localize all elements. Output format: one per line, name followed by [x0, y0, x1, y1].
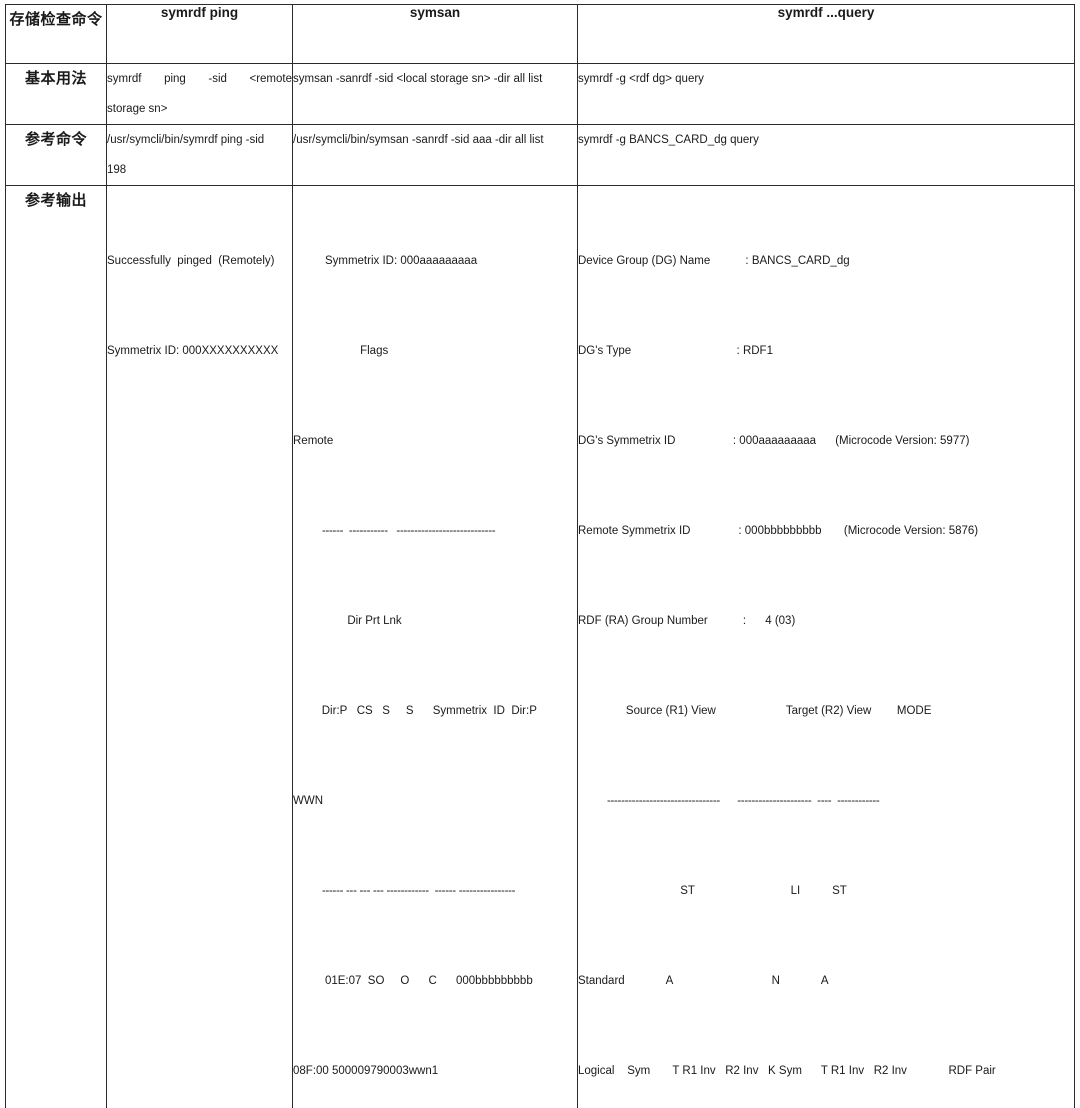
cell-line: 198: [107, 155, 292, 185]
cell-reference-command-symrdf-ping: /usr/symcli/bin/symrdf ping -sid 198: [107, 125, 293, 186]
cell-line: symrdf ping -sid <remote: [107, 64, 292, 94]
cell-basic-usage-symsan: symsan -sanrdf -sid <local storage sn> -…: [293, 64, 578, 125]
cell-reference-command-symrdf-query: symrdf -g BANCS_CARD_dg query: [578, 125, 1075, 186]
column-header-label: symrdf ping: [161, 5, 238, 20]
table-row: 参考输出 Successfully pinged (Remotely) Symm…: [6, 186, 1075, 1108]
storage-check-command-table: 存储检查命令 symrdf ping symsan symrdf ...quer…: [5, 4, 1075, 1108]
cell-line: symsan -sanrdf -sid <local storage sn> -…: [293, 64, 577, 94]
cell-line: symrdf -g BANCS_CARD_dg query: [578, 125, 1074, 155]
header-label-text: 存储检查命令: [9, 11, 102, 28]
cell-reference-output-symsan: Symmetrix ID: 000aaaaaaaaa Flags Remote …: [293, 186, 578, 1108]
column-header-symrdf-query: symrdf ...query: [578, 5, 1075, 64]
row-label-basic-usage: 基本用法: [6, 64, 107, 125]
cell-reference-command-symsan: /usr/symcli/bin/symsan -sanrdf -sid aaa …: [293, 125, 578, 186]
output-line: Logical Sym T R1 Inv R2 Inv K Sym T R1 I…: [578, 1056, 1074, 1086]
cell-line: symrdf -g <rdf dg> query: [578, 64, 1074, 94]
table-row: 参考命令 /usr/symcli/bin/symrdf ping -sid 19…: [6, 125, 1075, 186]
output-separator-line: ------ ----------- ---------------------…: [293, 516, 577, 546]
table-header-row: 存储检查命令 symrdf ping symsan symrdf ...quer…: [6, 5, 1075, 64]
row-label-text: 参考输出: [25, 192, 87, 209]
output-line: Remote Symmetrix ID : 000bbbbbbbbb (Micr…: [578, 516, 1074, 546]
cell-line: /usr/symcli/bin/symsan -sanrdf -sid aaa …: [293, 125, 577, 155]
column-header-label: symsan: [410, 5, 460, 20]
output-line: Symmetrix ID: 000XXXXXXXXXX: [107, 336, 292, 366]
row-label-text: 基本用法: [25, 70, 87, 87]
cell-line: /usr/symcli/bin/symrdf ping -sid: [107, 125, 292, 155]
column-header-symrdf-ping: symrdf ping: [107, 5, 293, 64]
output-line: ST LI ST: [578, 876, 1074, 906]
output-line: RDF (RA) Group Number : 4 (03): [578, 606, 1074, 636]
output-line: Dir:P CS S S Symmetrix ID Dir:P: [293, 696, 577, 726]
row-label-reference-output: 参考输出: [6, 186, 107, 1108]
output-line: Device Group (DG) Name : BANCS_CARD_dg: [578, 246, 1074, 276]
output-line: DG's Symmetrix ID : 000aaaaaaaaa (Microc…: [578, 426, 1074, 456]
output-separator-line: ------ --- --- --- ------------ ------ -…: [293, 876, 577, 906]
output-line: DG's Type : RDF1: [578, 336, 1074, 366]
cell-basic-usage-symrdf-ping: symrdf ping -sid <remote storage sn>: [107, 64, 293, 125]
output-separator-line: -------------------------------- -------…: [578, 786, 1074, 816]
cell-basic-usage-symrdf-query: symrdf -g <rdf dg> query: [578, 64, 1075, 125]
output-line: Flags: [293, 336, 577, 366]
output-line: 08F:00 500009790003wwn1: [293, 1056, 577, 1086]
output-line: 01E:07 SO O C 000bbbbbbbbb: [293, 966, 577, 996]
row-label-text: 参考命令: [25, 131, 87, 148]
table-row: 基本用法 symrdf ping -sid <remote storage sn…: [6, 64, 1075, 125]
row-label-reference-command: 参考命令: [6, 125, 107, 186]
output-line: WWN: [293, 786, 577, 816]
output-line: Standard A N A: [578, 966, 1074, 996]
header-label-cell: 存储检查命令: [6, 5, 107, 64]
cell-line: storage sn>: [107, 94, 292, 124]
output-line: Symmetrix ID: 000aaaaaaaaa: [293, 246, 577, 276]
output-line: Successfully pinged (Remotely): [107, 246, 292, 276]
output-line: Source (R1) View Target (R2) View MODE: [578, 696, 1074, 726]
output-line: Dir Prt Lnk: [293, 606, 577, 636]
cell-reference-output-symrdf-ping: Successfully pinged (Remotely) Symmetrix…: [107, 186, 293, 1108]
output-line: Remote: [293, 426, 577, 456]
column-header-label: symrdf ...query: [778, 5, 875, 20]
cell-reference-output-symrdf-query: Device Group (DG) Name : BANCS_CARD_dg D…: [578, 186, 1075, 1108]
column-header-symsan: symsan: [293, 5, 578, 64]
